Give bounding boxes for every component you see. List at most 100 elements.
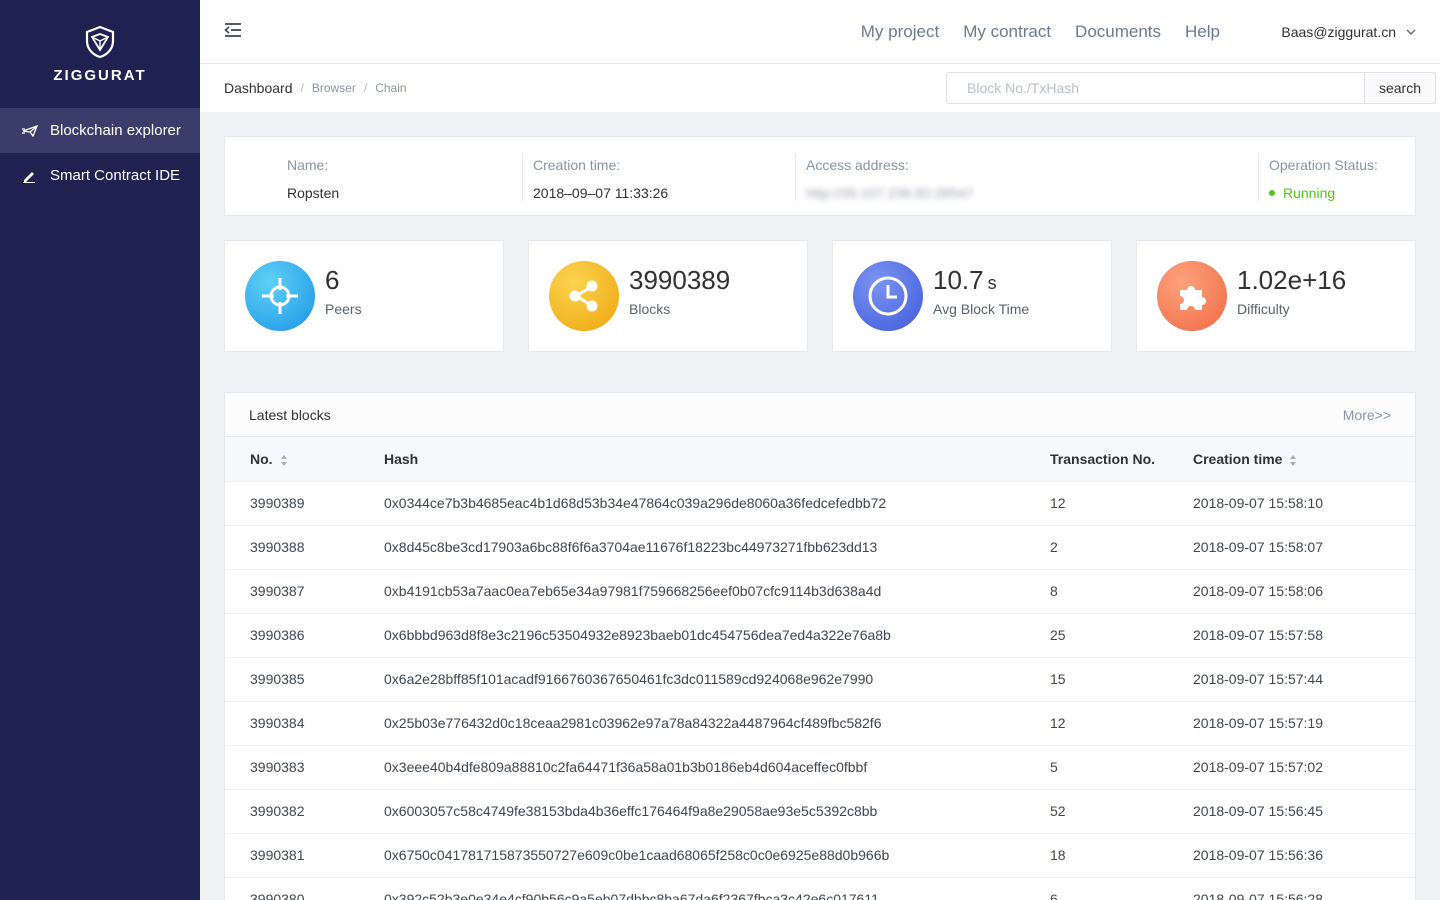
cell-tx-count: 8 (1050, 583, 1058, 599)
latest-blocks-header: Latest blocks More>> (225, 393, 1415, 437)
sort-caret-icon[interactable] (1290, 454, 1297, 466)
info-creation-label: Creation time: (533, 157, 621, 173)
table-row[interactable]: 3990380 0x392c52b3e0e34e4cf90b56c9a5eb07d… (225, 877, 1415, 900)
table-row[interactable]: 3990382 0x6003057c58c4749fe38153bda4b36ef… (225, 789, 1415, 833)
cell-hash[interactable]: 0x0344ce7b3b4685eac4b1d68d53b34e47864c03… (384, 481, 1050, 525)
breadcrumb-chain: Chain (375, 81, 407, 95)
sidebar-item-smart-contract-ide[interactable]: Smart Contract IDE (0, 153, 200, 198)
cell-time: 2018-09-07 15:56:28 (1193, 891, 1323, 900)
column-no[interactable]: No. (225, 437, 384, 481)
nav-documents[interactable]: Documents (1075, 22, 1161, 42)
divider (522, 153, 523, 201)
table-row[interactable]: 3990388 0x8d45c8be3cd17903a6bc88f6f6a3704… (225, 525, 1415, 569)
cell-no: 3990383 (250, 759, 305, 775)
table-row[interactable]: 3990387 0xb4191cb53a7aac0ea7eb65e34a97981… (225, 569, 1415, 613)
info-address-label: Access address: (806, 157, 909, 173)
cell-tx-count: 2 (1050, 539, 1058, 555)
pencil-icon (22, 169, 42, 183)
stat-card-peers: 6 Peers (224, 240, 504, 352)
cell-time: 2018-09-07 15:57:44 (1193, 671, 1323, 687)
cell-hash[interactable]: 0x3eee40b4dfe809a88810c2fa64471f36a58a01… (384, 745, 1050, 789)
table-row[interactable]: 3990386 0x6bbbd963d8f8e3c2196c53504932e89… (225, 613, 1415, 657)
cell-tx-count: 12 (1050, 495, 1066, 511)
nav-help[interactable]: Help (1185, 22, 1220, 42)
info-name-label: Name: (287, 157, 329, 173)
share-icon (549, 261, 619, 331)
sidebar-item-label: Smart Contract IDE (50, 167, 181, 184)
sidebar-item-blockchain-explorer[interactable]: Blockchain explorer (0, 108, 200, 153)
cell-no: 3990389 (250, 495, 305, 511)
cell-hash[interactable]: 0x25b03e776432d0c18ceaa2981c03962e97a78a… (384, 701, 1050, 745)
nav-my-contract[interactable]: My contract (963, 22, 1051, 42)
breadcrumb-separator: / (300, 81, 304, 95)
nav-my-project[interactable]: My project (861, 22, 939, 42)
cell-time: 2018-09-07 15:58:10 (1193, 495, 1323, 511)
cell-tx-count: 5 (1050, 759, 1058, 775)
cell-hash[interactable]: 0x6a2e28bff85f101acadf9166760367650461fc… (384, 657, 1050, 701)
top-header: My project My contract Documents Help Ba… (200, 0, 1440, 64)
user-email: Baas@ziggurat.cn (1281, 24, 1396, 40)
clock-icon (853, 261, 923, 331)
cell-tx-count: 15 (1050, 671, 1066, 687)
breadcrumb-browser[interactable]: Browser (312, 81, 356, 95)
cell-hash[interactable]: 0xb4191cb53a7aac0ea7eb65e34a97981f759668… (384, 569, 1050, 613)
menu-fold-icon (224, 23, 241, 37)
divider (1258, 153, 1259, 201)
shield-logo-icon (85, 25, 115, 58)
cell-hash[interactable]: 0x392c52b3e0e34e4cf90b56c9a5eb07dbbc8ba6… (384, 877, 1050, 900)
breadcrumb-dashboard[interactable]: Dashboard (224, 80, 293, 96)
stat-card-avg-block-time: 10.7 s Avg Block Time (832, 240, 1112, 352)
cell-no: 3990380 (250, 891, 305, 900)
cell-time: 2018-09-07 15:57:19 (1193, 715, 1323, 731)
table-row[interactable]: 3990381 0x6750c041781715873550727e609c0be… (225, 833, 1415, 877)
top-nav: My project My contract Documents Help (837, 0, 1220, 64)
table-row[interactable]: 3990389 0x0344ce7b3b4685eac4b1d68d53b34e4… (225, 481, 1415, 525)
info-creation-value: 2018–09–07 11:33:26 (533, 185, 669, 201)
cell-tx-count: 6 (1050, 891, 1058, 900)
cell-time: 2018-09-07 15:56:45 (1193, 803, 1323, 819)
table-row[interactable]: 3990385 0x6a2e28bff85f101acadf91667603676… (225, 657, 1415, 701)
cell-no: 3990387 (250, 583, 305, 599)
cell-no: 3990381 (250, 847, 305, 863)
search-box: search (946, 72, 1436, 104)
chevron-down-icon (1406, 29, 1416, 35)
brand-logo[interactable]: ZIGGURAT (0, 0, 200, 108)
info-status-label: Operation Status: (1269, 157, 1378, 173)
info-address-value: http://39.107.236.82:28547 (806, 185, 974, 201)
stat-value: 3990389 (629, 265, 731, 295)
table-row[interactable]: 3990384 0x25b03e776432d0c18ceaa2981c03962… (225, 701, 1415, 745)
info-name: Name: Ropsten (287, 137, 339, 217)
user-menu[interactable]: Baas@ziggurat.cn (1281, 0, 1416, 64)
stat-card-blocks: 3990389 Blocks (528, 240, 808, 352)
stat-value: 10.7 s (933, 265, 997, 295)
blocks-table-body: 3990389 0x0344ce7b3b4685eac4b1d68d53b34e4… (225, 481, 1415, 900)
cell-no: 3990388 (250, 539, 305, 555)
more-link[interactable]: More>> (1343, 407, 1391, 423)
cell-hash[interactable]: 0x6750c041781715873550727e609c0be1caad68… (384, 833, 1050, 877)
breadcrumb-bar: Dashboard / Browser / Chain search (200, 64, 1440, 112)
info-name-value: Ropsten (287, 185, 340, 201)
cell-no: 3990382 (250, 803, 305, 819)
cell-hash[interactable]: 0x6003057c58c4749fe38153bda4b36effc17646… (384, 789, 1050, 833)
info-operation-status: Operation Status: Running (1269, 137, 1378, 217)
info-creation-time: Creation time: 2018–09–07 11:33:26 (533, 137, 668, 217)
info-access-address: Access address: http://39.107.236.82:285… (806, 137, 973, 217)
column-creation-time[interactable]: Creation time (1193, 437, 1415, 481)
stat-unit: s (987, 273, 997, 293)
cell-time: 2018-09-07 15:57:02 (1193, 759, 1323, 775)
menu-collapse-button[interactable] (224, 22, 242, 43)
cell-no: 3990386 (250, 627, 305, 643)
cell-hash[interactable]: 0x6bbbd963d8f8e3c2196c53504932e8923baeb0… (384, 613, 1050, 657)
sort-caret-icon[interactable] (280, 454, 287, 466)
search-input[interactable] (946, 72, 1364, 104)
table-row[interactable]: 3990383 0x3eee40b4dfe809a88810c2fa64471f3… (225, 745, 1415, 789)
status-text: Running (1283, 185, 1336, 201)
cell-hash[interactable]: 0x8d45c8be3cd17903a6bc88f6f6a3704ae11676… (384, 525, 1050, 569)
cell-time: 2018-09-07 15:56:36 (1193, 847, 1323, 863)
cell-tx-count: 12 (1050, 715, 1066, 731)
table-header-row: No. Hash Transaction No. Creation time (225, 437, 1415, 481)
cell-tx-count: 52 (1050, 803, 1066, 819)
cell-no: 3990385 (250, 671, 305, 687)
search-button[interactable]: search (1364, 72, 1436, 104)
stat-label: Avg Block Time (933, 301, 1030, 317)
